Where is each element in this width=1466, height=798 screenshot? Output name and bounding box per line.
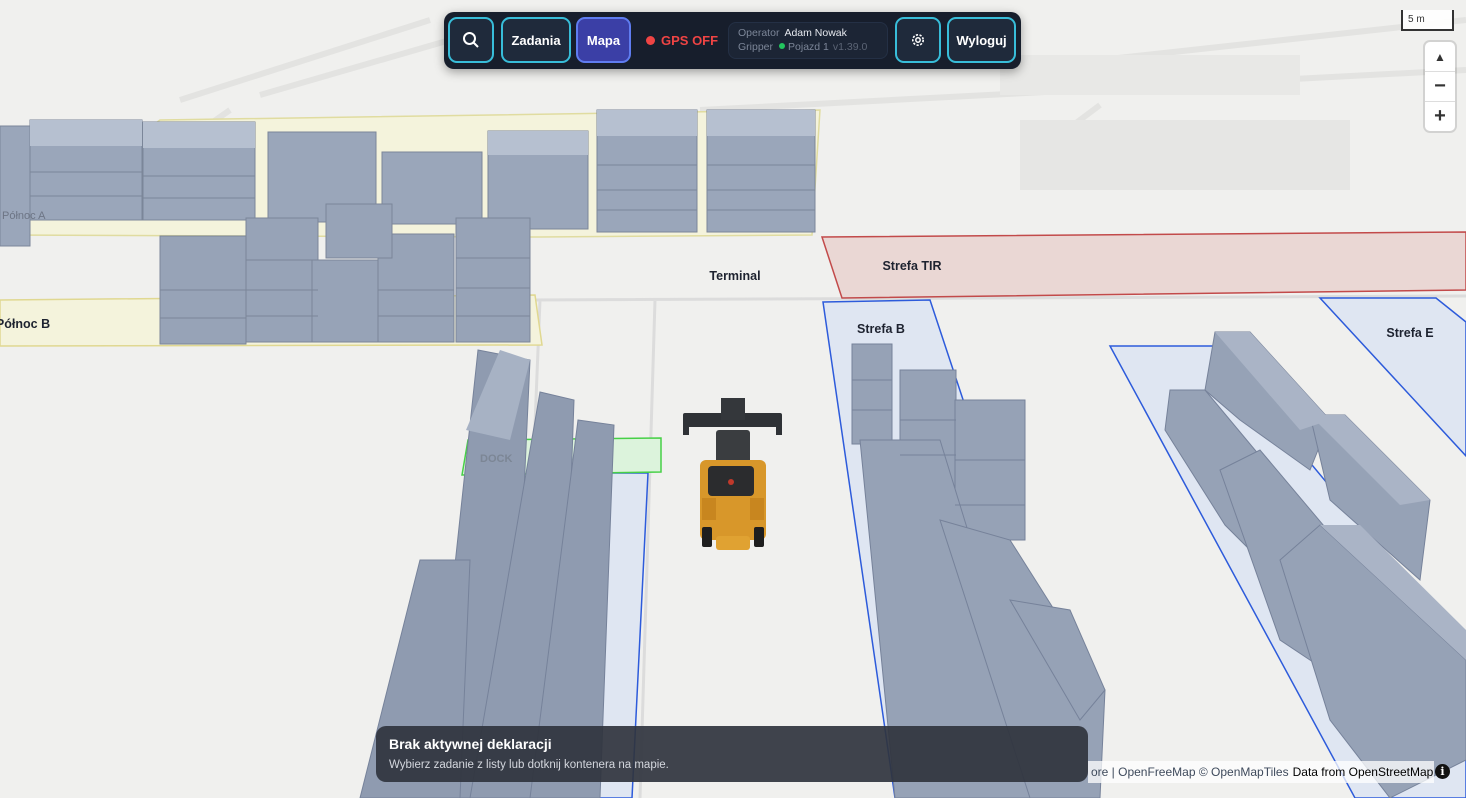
operator-name: Adam Nowak — [784, 27, 847, 39]
label-terminal: Terminal — [709, 269, 760, 283]
no-declaration-panel: Brak aktywnej deklaracji Wybierz zadanie… — [376, 726, 1088, 782]
search-button[interactable] — [448, 17, 494, 63]
map-button[interactable]: Mapa — [576, 17, 631, 63]
logout-label: Wyloguj — [956, 32, 1007, 48]
settings-button[interactable] — [895, 17, 941, 63]
gps-status: GPS OFF — [646, 12, 718, 69]
logout-button[interactable]: Wyloguj — [947, 17, 1016, 63]
gear-icon — [912, 34, 924, 46]
zoom-out-button[interactable]: − — [1425, 72, 1455, 102]
compass-icon: ▲ — [1434, 49, 1446, 64]
map-controls: ▲ − + — [1425, 42, 1455, 131]
vehicle-name: Pojazd 1 — [788, 41, 829, 53]
map-attribution: ore | OpenFreeMap © OpenMapTiles Data fr… — [1088, 761, 1434, 783]
plus-icon: + — [1434, 105, 1446, 127]
app-version: v1.39.0 — [832, 41, 868, 53]
label-dock: DOCK — [480, 453, 512, 465]
minus-icon: − — [1434, 75, 1446, 97]
gps-status-label: GPS OFF — [661, 33, 719, 48]
tasks-button[interactable]: Zadania — [501, 17, 571, 63]
attribution-osm-link[interactable]: Data from OpenStreetMap — [1293, 765, 1434, 779]
label-polnoc-a: Północ A — [2, 210, 46, 222]
label-strefa-tir: Strefa TIR — [882, 259, 941, 273]
operator-info: Operator Adam Nowak Gripper Pojazd 1 v1.39.… — [728, 22, 888, 59]
info-icon[interactable]: i — [1435, 764, 1450, 779]
gps-status-dot — [646, 36, 655, 45]
compass-button[interactable]: ▲ — [1425, 42, 1455, 72]
label-strefa-b: Strefa B — [857, 322, 905, 336]
top-toolbar: Zadania Mapa GPS OFF Operator Adam Nowak … — [444, 12, 1021, 69]
label-polnoc-b: Północ B — [0, 317, 50, 331]
attribution-tiles-link[interactable]: ore | OpenFreeMap © OpenMapTiles — [1091, 765, 1289, 779]
search-icon — [463, 32, 479, 48]
map-canvas[interactable]: Terminal Strefa TIR Strefa B Strefa E Pó… — [0, 0, 1466, 798]
label-strefa-e: Strefa E — [1386, 326, 1433, 340]
zoom-in-button[interactable]: + — [1425, 102, 1455, 131]
operator-label: Operator — [738, 27, 780, 39]
map-scale: 5 m — [1401, 10, 1454, 31]
tasks-label: Zadania — [511, 32, 561, 48]
vehicle-status-dot — [779, 43, 786, 49]
role-label: Gripper — [738, 41, 774, 53]
notice-subtitle: Wybierz zadanie z listy lub dotknij kont… — [389, 759, 669, 771]
map-label: Mapa — [586, 32, 621, 48]
notice-title: Brak aktywnej deklaracji — [389, 736, 552, 752]
